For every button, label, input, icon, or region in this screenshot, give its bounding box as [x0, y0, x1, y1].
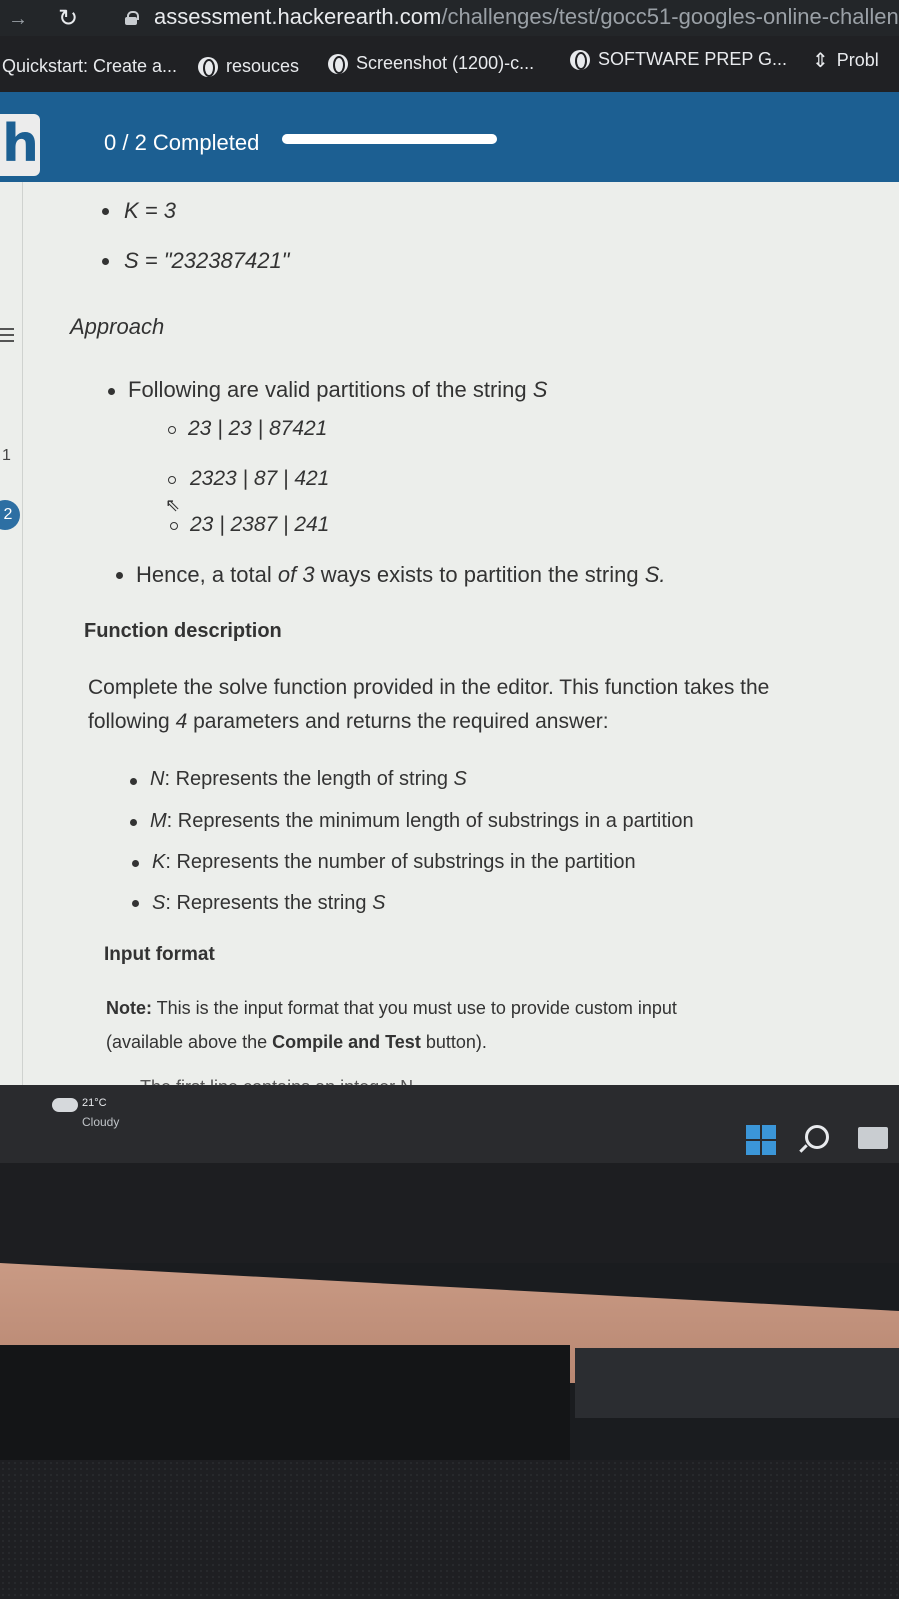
weather-description: Cloudy: [82, 1115, 120, 1129]
bookmark-folder-icon: ⇕: [812, 50, 829, 72]
globe-icon: [328, 53, 348, 74]
param-var: S: [372, 892, 386, 914]
param-var: S: [453, 768, 467, 790]
laptop-hinge: [0, 1345, 570, 1465]
weather-temperature: 21°C: [82, 1097, 107, 1109]
lock-icon: [125, 11, 139, 25]
reload-icon[interactable]: ↻: [58, 4, 78, 33]
laptop-keyboard-deck: [0, 1460, 899, 1599]
address-bar: → ↻ assessment.hackerearth.com/challenge…: [0, 0, 899, 36]
note-label: Note:: [106, 998, 152, 1018]
approach-intro-var: S: [532, 377, 548, 402]
progress-bar: [282, 134, 497, 144]
cursor-icon: ⇖: [165, 495, 181, 515]
note-text: button).: [420, 1032, 487, 1052]
bookmark-label: SOFTWARE PREP G...: [598, 49, 788, 69]
bookmark-quickstart[interactable]: Quickstart: Create a...: [2, 56, 177, 77]
bookmark-software-prep[interactable]: SOFTWARE PREP G...: [570, 49, 787, 70]
param-name: N: [150, 768, 165, 790]
function-description-line-2: following 4 parameters and returns the r…: [88, 710, 609, 734]
hollow-bullet: [170, 522, 178, 530]
bookmark-resouces[interactable]: resouces: [198, 56, 299, 77]
parameter-n: N: Represents the length of string S: [150, 768, 467, 791]
bullet: [132, 860, 139, 867]
search-icon[interactable]: [805, 1125, 829, 1149]
bullet: [108, 388, 115, 395]
note-line-2: (available above the Compile and Test bu…: [106, 1032, 487, 1053]
hackerearth-logo: h: [0, 114, 40, 176]
note-text: This is the input format that you must u…: [152, 998, 677, 1018]
bullet: [102, 208, 109, 215]
url-path: /challenges/test/gocc51-googles-online-c…: [441, 4, 899, 29]
conclusion-count: of 3: [277, 562, 315, 587]
example-param-k: K = 3: [124, 198, 176, 223]
bullet: [130, 778, 137, 785]
desc-text: following: [88, 710, 176, 733]
note-text: (available above the: [106, 1032, 273, 1052]
progress-fill: [282, 134, 497, 144]
note-line-1: Note: This is the input format that you …: [106, 998, 677, 1019]
bookmark-screenshot[interactable]: Screenshot (1200)-c...: [328, 53, 534, 74]
approach-conclusion: Hence, a total of 3 ways exists to parti…: [136, 562, 666, 588]
hollow-bullet: [168, 476, 176, 484]
desc-text: parameters and returns the required answ…: [187, 710, 609, 733]
note-button-ref: Compile and Test: [272, 1032, 421, 1052]
sidebar-divider: [22, 182, 23, 1122]
param-name: K: [152, 851, 166, 873]
param-name: M: [150, 810, 167, 832]
url-host: assessment.hackerearth.com: [154, 4, 442, 29]
url-field[interactable]: assessment.hackerearth.com/challenges/te…: [154, 4, 899, 30]
windows-start-icon[interactable]: [746, 1125, 776, 1155]
partition-item: 23 | 23 | 87421: [188, 417, 328, 440]
bookmark-label: Quickstart: Create a...: [2, 56, 178, 76]
desc-number: 4: [175, 710, 188, 733]
globe-icon: [198, 56, 218, 77]
back-arrow-icon[interactable]: →: [8, 8, 28, 31]
bullet: [130, 819, 137, 826]
conclusion-text: ways exists to partition the string: [314, 562, 645, 587]
param-desc: : Represents the string: [165, 892, 373, 914]
param-desc: : Represents the length of string: [164, 768, 454, 790]
bookmark-problems[interactable]: ⇕ Probl: [812, 48, 879, 73]
function-description-line-1: Complete the solve function provided in …: [88, 676, 770, 699]
bullet: [132, 900, 139, 907]
approach-intro-text: Following are valid partitions of the st…: [128, 377, 533, 402]
globe-icon: [570, 49, 590, 70]
bookmark-label: Screenshot (1200)-c...: [356, 53, 535, 73]
param-desc: : Represents the minimum length of subst…: [166, 810, 694, 832]
task-view-icon[interactable]: [858, 1127, 888, 1149]
laptop-bezel: [0, 1163, 899, 1263]
partition-item: 23 | 2387 | 241: [190, 513, 330, 536]
bullet: [102, 258, 109, 265]
parameter-k: K: Represents the number of substrings i…: [152, 851, 636, 874]
param-name: S: [152, 892, 166, 914]
parameter-s: S: Represents the string S: [152, 892, 385, 915]
conclusion-text: Hence, a total: [136, 562, 278, 587]
assessment-header: h 0 / 2 Completed: [0, 92, 899, 182]
example-param-s: S = "232387421": [124, 248, 290, 273]
menu-icon[interactable]: [0, 328, 14, 342]
function-description-heading: Function description: [84, 620, 282, 642]
param-desc: : Represents the number of substrings in…: [165, 851, 636, 873]
approach-intro: Following are valid partitions of the st…: [128, 377, 547, 403]
progress-text: 0 / 2 Completed: [104, 130, 260, 155]
bookmark-label: resouces: [226, 56, 300, 76]
partition-item: 2323 | 87 | 421: [190, 467, 330, 490]
laptop-hinge-right: [575, 1348, 899, 1418]
bookmarks-bar: Quickstart: Create a... resouces Screens…: [0, 36, 899, 92]
question-sidebar: 1 2: [0, 182, 22, 1122]
question-2-button[interactable]: 2: [0, 500, 20, 530]
assessment-page: h 0 / 2 Completed 1 2 K = 3 S = "2323874…: [0, 92, 899, 1122]
conclusion-var: S.: [644, 562, 666, 587]
approach-heading: Approach: [70, 314, 165, 339]
bookmark-label: Probl: [836, 50, 879, 70]
bullet: [116, 572, 123, 579]
taskbar: 21°C Cloudy: [0, 1085, 899, 1163]
input-format-heading: Input format: [104, 944, 215, 965]
parameter-m: M: Represents the minimum length of subs…: [150, 810, 694, 833]
weather-icon[interactable]: [52, 1098, 78, 1112]
hollow-bullet: [168, 426, 176, 434]
question-1-button[interactable]: 1: [2, 447, 11, 465]
